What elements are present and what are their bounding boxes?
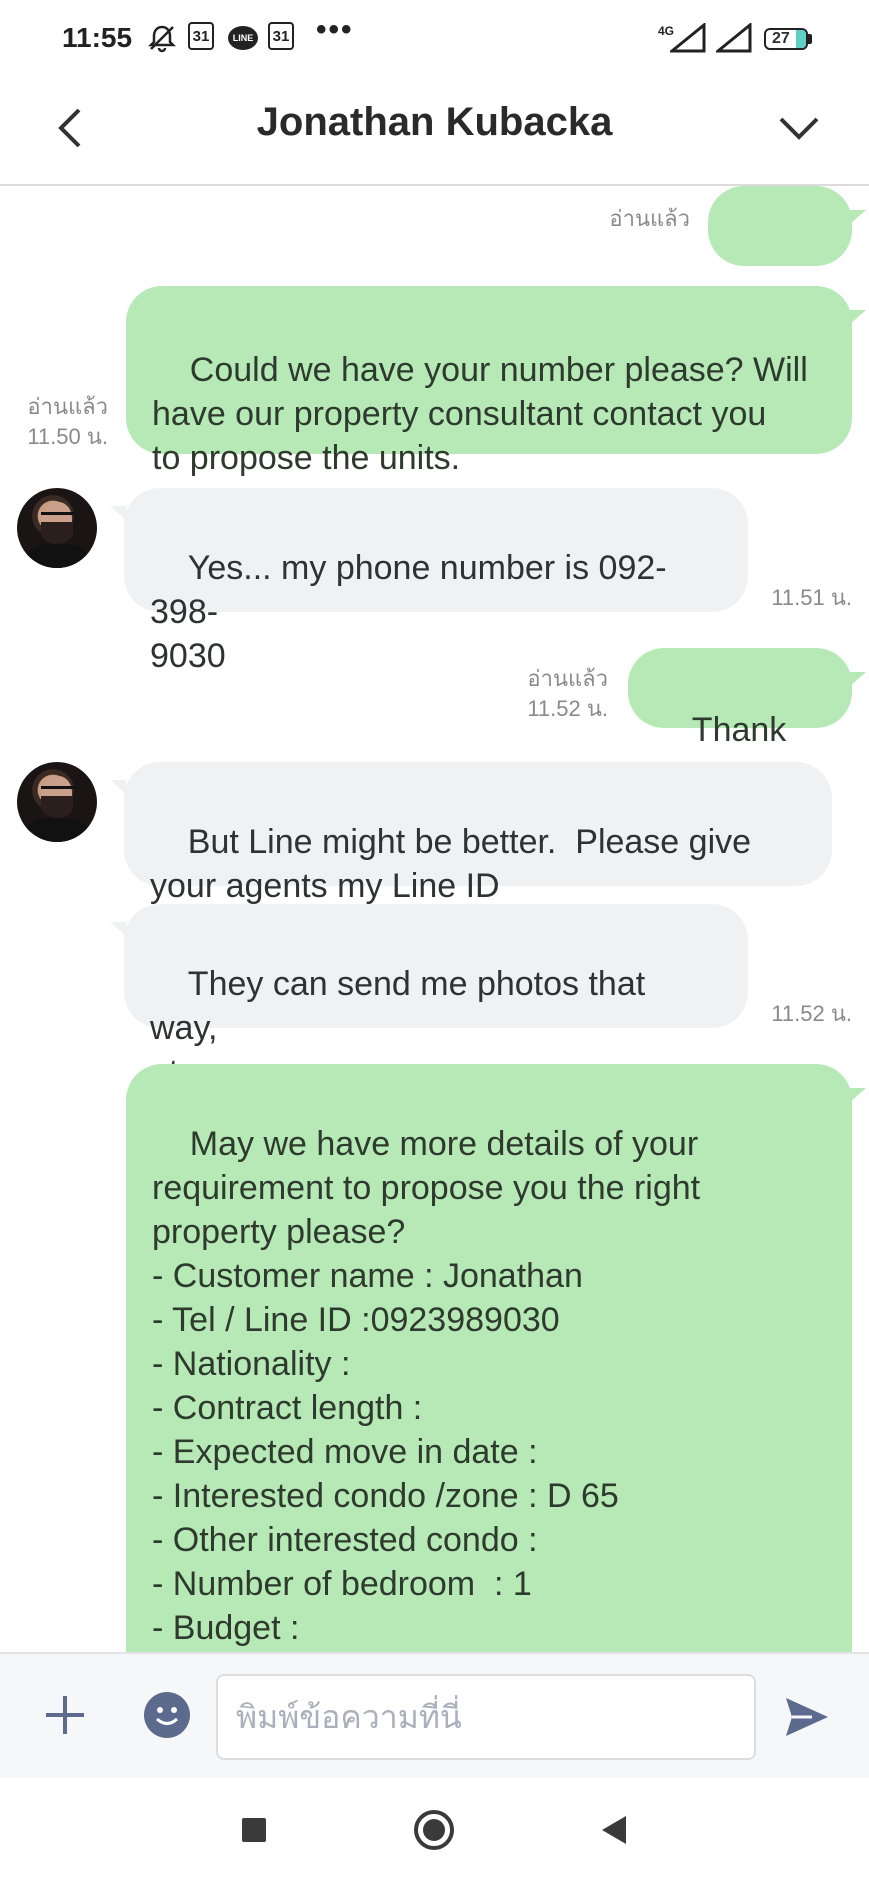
send-icon [786,1698,828,1736]
incoming-message[interactable]: But Line might be better. Please give yo… [124,762,832,905]
message-meta: อ่านแล้ว 11.50 น. [0,392,108,452]
contact-name: Jonathan Kubacka [256,100,613,144]
square-icon [242,1818,266,1842]
incoming-message[interactable]: They can send me photos that way, etc. [124,904,748,1091]
home-button[interactable] [408,1804,460,1856]
message-text: Yes... my phone number is 092-398- 9030 [150,549,667,675]
status-time: 11:55 [62,22,133,53]
read-receipt: อ่านแล้ว [527,666,608,691]
message-text: May we have more details of your require… [152,1125,701,1647]
status-bar: 11:55 31 LINE 31 ••• 4G 27 [0,0,869,78]
message-list[interactable]: อ่านแล้ว noted อ่านแล้ว 11.50 น. Could w… [0,186,869,1652]
signal-icon [670,22,708,54]
send-button[interactable] [778,1688,836,1746]
battery-cap [808,34,812,44]
smiley-icon [155,1707,179,1725]
recent-apps-button[interactable] [228,1804,280,1856]
line-app-icon: LINE [228,26,258,50]
composer-bar [0,1652,869,1778]
message-text: But Line might be better. Please give yo… [150,823,752,905]
signal-icon [716,22,754,54]
read-receipt: อ่านแล้ว [27,394,108,419]
message-time: 11.52 น. [527,696,608,721]
circle-icon [414,1810,454,1850]
message-time: 11.52 น. [771,1001,852,1026]
incoming-message[interactable]: Yes... my phone number is 092-398- 9030 [124,488,748,675]
read-receipt: อ่านแล้ว [609,206,690,231]
nav-back-button[interactable] [588,1804,640,1856]
add-attachment-button[interactable] [34,1684,96,1746]
contact-avatar[interactable] [17,488,97,568]
chevron-down-icon [779,117,819,140]
battery-icon: 27 [764,28,808,50]
chat-header: Jonathan Kubacka [0,78,869,186]
more-notifications-icon: ••• [316,13,354,46]
triangle-back-icon [602,1816,626,1844]
bubble-tail [850,672,866,686]
bubble-tail [850,310,866,324]
calendar-icon: 31 [268,22,294,50]
message-meta: อ่านแล้ว [580,204,690,234]
system-nav-bar [0,1778,869,1883]
message-text: Could we have your number please? Will h… [152,351,808,477]
outgoing-message[interactable]: May we have more details of your require… [126,1064,852,1652]
message-time: 11.51 น. [771,585,852,610]
contact-avatar[interactable] [17,762,97,842]
emoji-button[interactable] [144,1692,190,1738]
battery-level: 27 [772,30,790,47]
plus-icon [46,1696,84,1734]
message-input[interactable] [216,1674,756,1760]
message-time: 11.50 น. [27,424,108,449]
bubble-tail [850,1088,866,1102]
calendar-icon: 31 [188,22,214,50]
outgoing-message[interactable]: noted [708,186,852,331]
outgoing-message[interactable]: Thank you. [628,648,852,793]
menu-toggle-button[interactable] [769,98,829,158]
bell-muted-icon [146,22,178,54]
outgoing-message[interactable]: Could we have your number please? Will h… [126,286,852,477]
bubble-tail [850,210,866,224]
message-meta: อ่านแล้ว 11.52 น. [500,664,608,724]
